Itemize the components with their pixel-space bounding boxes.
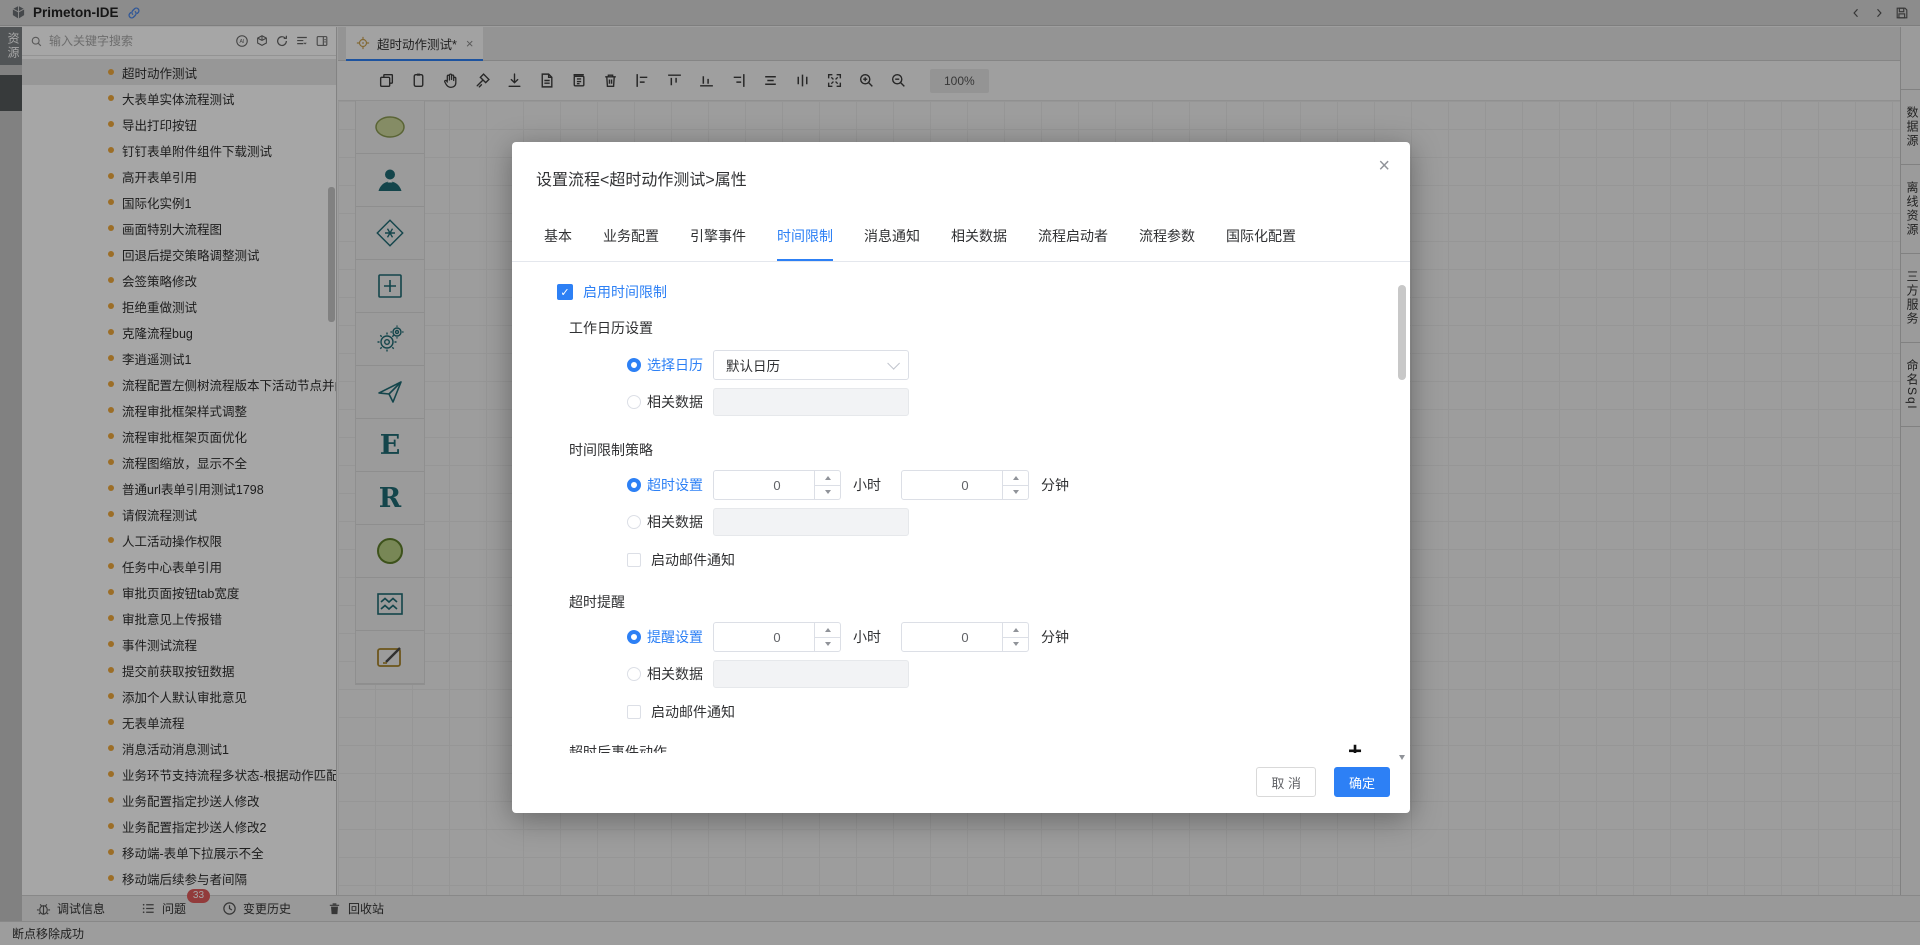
checkbox-unchecked-icon[interactable]: [627, 553, 641, 567]
remind-hours-input[interactable]: 0: [713, 622, 841, 652]
hours-unit-label: 小时: [853, 475, 881, 495]
radio-selected-icon[interactable]: [627, 630, 641, 644]
calendar-related-data-label: 相关数据: [647, 392, 703, 412]
timeout-actions-header: 超时后事件动作 +: [569, 742, 1362, 753]
timeout-setting-label: 超时设置: [647, 475, 703, 495]
timeout-actions-title: 超时后事件动作: [569, 742, 667, 753]
dialog-tab[interactable]: 业务配置: [603, 226, 659, 261]
minutes-unit-label: 分钟: [1041, 627, 1069, 647]
limit-related-data-row: 相关数据: [627, 508, 1374, 536]
remind-section-title: 超时提醒: [569, 592, 1374, 612]
timeout-hours-input[interactable]: 0: [713, 470, 841, 500]
limit-mail-notify-label: 启动邮件通知: [651, 550, 735, 570]
calendar-related-data-row: 相关数据: [627, 388, 1374, 416]
dialog-scrollbar-thumb[interactable]: [1398, 285, 1406, 380]
timeout-minutes-value: 0: [961, 478, 968, 493]
remind-setting-row: 提醒设置 0 小时 0 分钟: [627, 622, 1374, 652]
dialog-tab[interactable]: 流程启动者: [1038, 226, 1108, 261]
remind-minutes-value: 0: [961, 630, 968, 645]
dialog-tab[interactable]: 消息通知: [864, 226, 920, 261]
dialog-tab[interactable]: 相关数据: [951, 226, 1007, 261]
checkbox-unchecked-icon[interactable]: [627, 705, 641, 719]
radio-selected-icon[interactable]: [627, 478, 641, 492]
radio-selected-icon[interactable]: [627, 358, 641, 372]
limit-mail-notify-row[interactable]: 启动邮件通知: [627, 550, 1374, 570]
enable-time-limit-row[interactable]: ✓ 启用时间限制: [557, 282, 1374, 302]
ok-button[interactable]: 确定: [1334, 767, 1390, 797]
dialog-tab[interactable]: 引擎事件: [690, 226, 746, 261]
remind-related-data-row: 相关数据: [627, 660, 1374, 688]
dialog-scrollbar[interactable]: [1398, 285, 1406, 750]
hours-unit-label: 小时: [853, 627, 881, 647]
stepper[interactable]: [814, 471, 840, 499]
dialog-tabs: 基本 业务配置 引擎事件 时间限制 消息通知 相关数据 流程启动者 流程参数 国…: [544, 142, 1378, 261]
remind-mail-notify-row[interactable]: 启动邮件通知: [627, 702, 1374, 722]
chevron-down-icon: [887, 357, 900, 370]
radio-unselected-icon[interactable]: [627, 667, 641, 681]
stepper[interactable]: [1002, 471, 1028, 499]
dialog-footer: 取 消 确定: [1256, 767, 1390, 797]
cancel-button[interactable]: 取 消: [1256, 767, 1316, 797]
dialog-tab[interactable]: 时间限制: [777, 226, 833, 261]
select-calendar-row: 选择日历 默认日历: [627, 350, 1374, 380]
remind-setting-label: 提醒设置: [647, 627, 703, 647]
select-calendar-label: 选择日历: [647, 355, 703, 375]
scroll-down-arrow-icon[interactable]: [1399, 755, 1405, 760]
stepper[interactable]: [1002, 623, 1028, 651]
limit-related-data-label: 相关数据: [647, 512, 703, 532]
timeout-setting-row: 超时设置 0 小时 0 分钟: [627, 470, 1374, 500]
remind-related-data-label: 相关数据: [647, 664, 703, 684]
radio-unselected-icon[interactable]: [627, 515, 641, 529]
timeout-minutes-input[interactable]: 0: [901, 470, 1029, 500]
enable-time-limit-label: 启用时间限制: [583, 282, 667, 302]
calendar-select[interactable]: 默认日历: [713, 350, 909, 380]
app-root: Primeton-IDE 资源 AI: [0, 0, 1920, 945]
limit-section-title: 时间限制策略: [569, 440, 1374, 460]
remind-mail-notify-label: 启动邮件通知: [651, 702, 735, 722]
dialog-tab[interactable]: 国际化配置: [1226, 226, 1296, 261]
dialog-tab[interactable]: 流程参数: [1139, 226, 1195, 261]
timeout-hours-value: 0: [773, 478, 780, 493]
remind-hours-value: 0: [773, 630, 780, 645]
calendar-related-data-input[interactable]: [713, 388, 909, 416]
stepper[interactable]: [814, 623, 840, 651]
remind-minutes-input[interactable]: 0: [901, 622, 1029, 652]
process-properties-dialog: 设置流程<超时动作测试>属性 × 基本 业务配置 引擎事件 时间限制 消息通知 …: [512, 142, 1410, 813]
dialog-tab[interactable]: 基本: [544, 226, 572, 261]
limit-related-data-input[interactable]: [713, 508, 909, 536]
calendar-section-title: 工作日历设置: [569, 318, 1374, 338]
dialog-body: ✓ 启用时间限制 工作日历设置 选择日历 默认日历 相关数据 时间限制策略: [512, 262, 1410, 753]
checkbox-checked-icon[interactable]: ✓: [557, 284, 573, 300]
add-action-button[interactable]: +: [1348, 742, 1362, 753]
radio-unselected-icon[interactable]: [627, 395, 641, 409]
minutes-unit-label: 分钟: [1041, 475, 1069, 495]
dialog-close-icon[interactable]: ×: [1378, 156, 1390, 176]
remind-related-data-input[interactable]: [713, 660, 909, 688]
calendar-select-value: 默认日历: [726, 355, 780, 375]
